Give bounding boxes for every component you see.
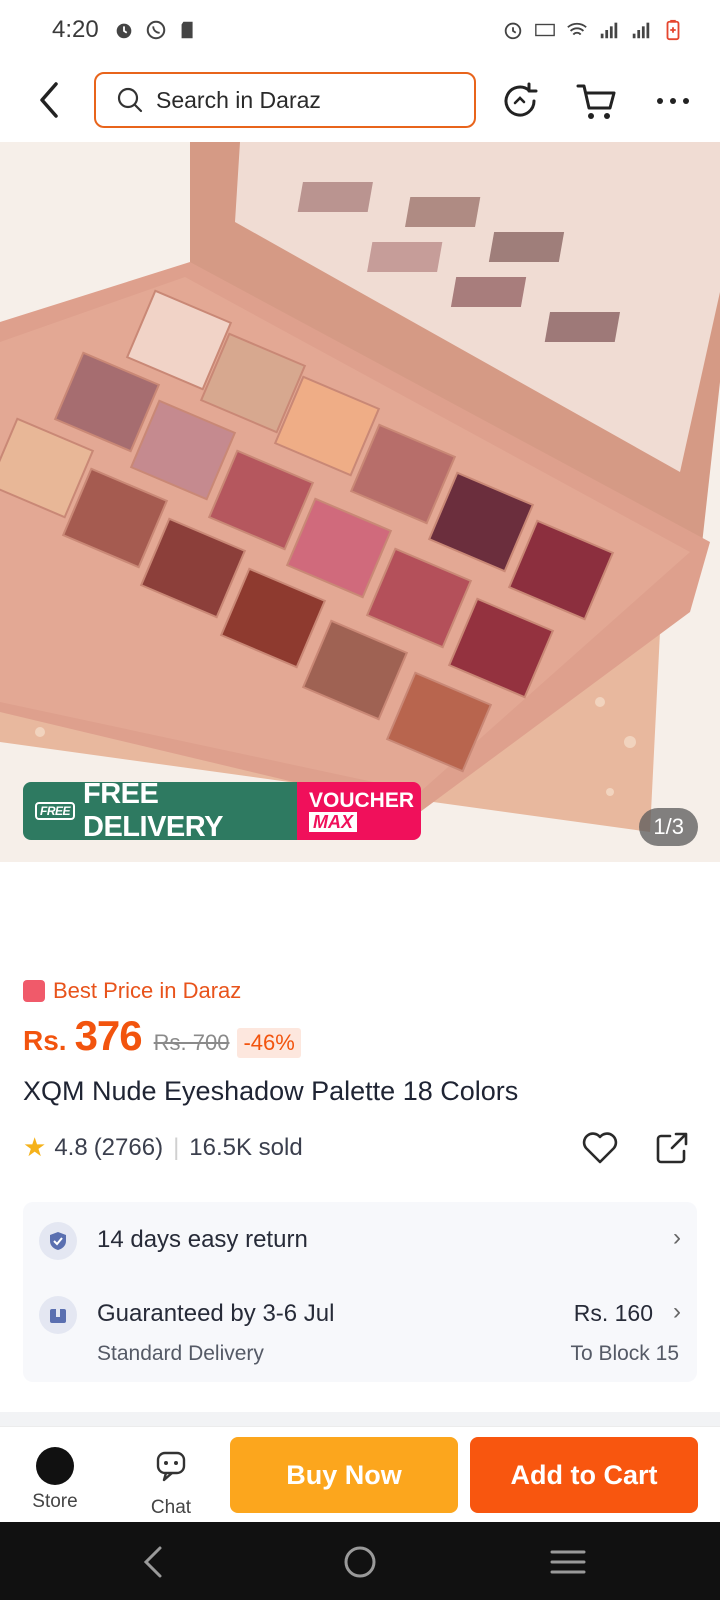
return-label: 14 days easy return xyxy=(97,1226,308,1253)
delivery-type: Standard Delivery xyxy=(97,1342,264,1365)
discount-badge: -46% xyxy=(237,1028,301,1058)
best-price-tag: Best Price in Daraz xyxy=(23,978,241,1004)
search-icon xyxy=(117,87,143,113)
store-avatar xyxy=(36,1447,74,1485)
promo-badge: FREE FREE DELIVERY VOUCHER MAX xyxy=(23,782,421,840)
sd-card-icon xyxy=(181,21,193,39)
return-row[interactable]: 14 days easy return › xyxy=(39,1222,681,1262)
chevron-right-icon: › xyxy=(673,1298,681,1325)
add-to-cart-button[interactable]: Add to Cart xyxy=(470,1437,698,1513)
system-menu-icon[interactable] xyxy=(546,1540,590,1584)
more-dots-icon[interactable] xyxy=(650,78,696,124)
currency-label: Rs. xyxy=(23,1025,67,1056)
best-price-label: Best Price in Daraz xyxy=(53,978,242,1003)
heart-icon[interactable] xyxy=(580,1128,620,1168)
chevron-right-icon: › xyxy=(673,1224,681,1251)
image-counter: 1/3 xyxy=(639,808,698,846)
system-navigation-bar xyxy=(0,1522,720,1600)
rating-row[interactable]: ★ 4.8 (2766) | 16.5K sold xyxy=(23,1132,303,1163)
section-divider xyxy=(0,1412,720,1426)
rating-value: 4.8 xyxy=(54,1133,88,1161)
free-delivery-label: FREE DELIVERY xyxy=(83,782,223,840)
cart-icon[interactable] xyxy=(574,78,620,124)
volte-icon xyxy=(535,23,555,37)
bottom-action-bar: Store Chat Buy Now Add to Cart xyxy=(0,1426,720,1522)
price-value: 376 xyxy=(74,1012,143,1059)
signal-2-icon xyxy=(632,22,650,39)
status-bar: 4:20 xyxy=(0,0,720,60)
buy-now-button[interactable]: Buy Now xyxy=(230,1437,458,1513)
chat-icon xyxy=(156,1451,186,1482)
voucher-label: VOUCHER xyxy=(309,789,415,812)
status-time: 4:20 xyxy=(52,16,99,43)
sold-count: 16.5K sold xyxy=(189,1133,303,1161)
alarm-status-icon xyxy=(504,22,522,40)
voucher-max-badge: VOUCHER MAX xyxy=(297,782,421,840)
whatsapp-icon xyxy=(146,20,165,40)
delivery-box-icon xyxy=(39,1296,77,1334)
delivery-label: Guaranteed by 3-6 Jul xyxy=(97,1300,335,1327)
voucher-max-label: MAX xyxy=(309,812,357,832)
product-title: XQM Nude Eyeshadow Palette 18 Colors xyxy=(23,1076,519,1106)
price-tag-icon xyxy=(23,980,45,1002)
chat-button[interactable]: Chat xyxy=(138,1447,204,1519)
chat-label: Chat xyxy=(150,1497,192,1518)
search-placeholder: Search in Daraz xyxy=(156,86,321,113)
share-icon[interactable] xyxy=(652,1128,692,1168)
eyeshadow-palette-illustration xyxy=(0,142,720,862)
free-tag: FREE xyxy=(35,802,76,820)
signal-icon xyxy=(600,22,618,39)
delivery-fee: Rs. 160 xyxy=(573,1300,653,1326)
top-navigation: Search in Daraz xyxy=(0,64,720,138)
delivery-location: To Block 15 xyxy=(570,1342,679,1365)
price-row: Rs. 376 Rs. 700 -46% xyxy=(23,1012,301,1060)
alarm-icon xyxy=(116,23,132,39)
old-price: Rs. 700 xyxy=(153,1030,230,1055)
service-card: 14 days easy return › Guaranteed by 3-6 … xyxy=(23,1202,697,1382)
store-button[interactable]: Store xyxy=(22,1447,88,1513)
separator: | xyxy=(173,1133,180,1161)
back-arrow-icon[interactable] xyxy=(30,78,70,122)
shield-check-icon xyxy=(39,1222,77,1260)
battery-icon xyxy=(666,19,680,41)
product-image[interactable] xyxy=(0,142,720,862)
refresh-icon[interactable] xyxy=(498,78,544,124)
store-label: Store xyxy=(32,1491,78,1512)
search-input[interactable]: Search in Daraz xyxy=(94,72,476,128)
wifi-icon xyxy=(567,22,587,36)
system-back-icon[interactable] xyxy=(132,1540,176,1584)
system-home-icon[interactable] xyxy=(338,1540,382,1584)
free-delivery-badge: FREE FREE DELIVERY xyxy=(23,782,297,840)
delivery-row[interactable]: Guaranteed by 3-6 Jul Standard Delivery … xyxy=(39,1296,681,1366)
star-icon: ★ xyxy=(23,1132,47,1162)
review-count: (2766) xyxy=(93,1133,164,1161)
